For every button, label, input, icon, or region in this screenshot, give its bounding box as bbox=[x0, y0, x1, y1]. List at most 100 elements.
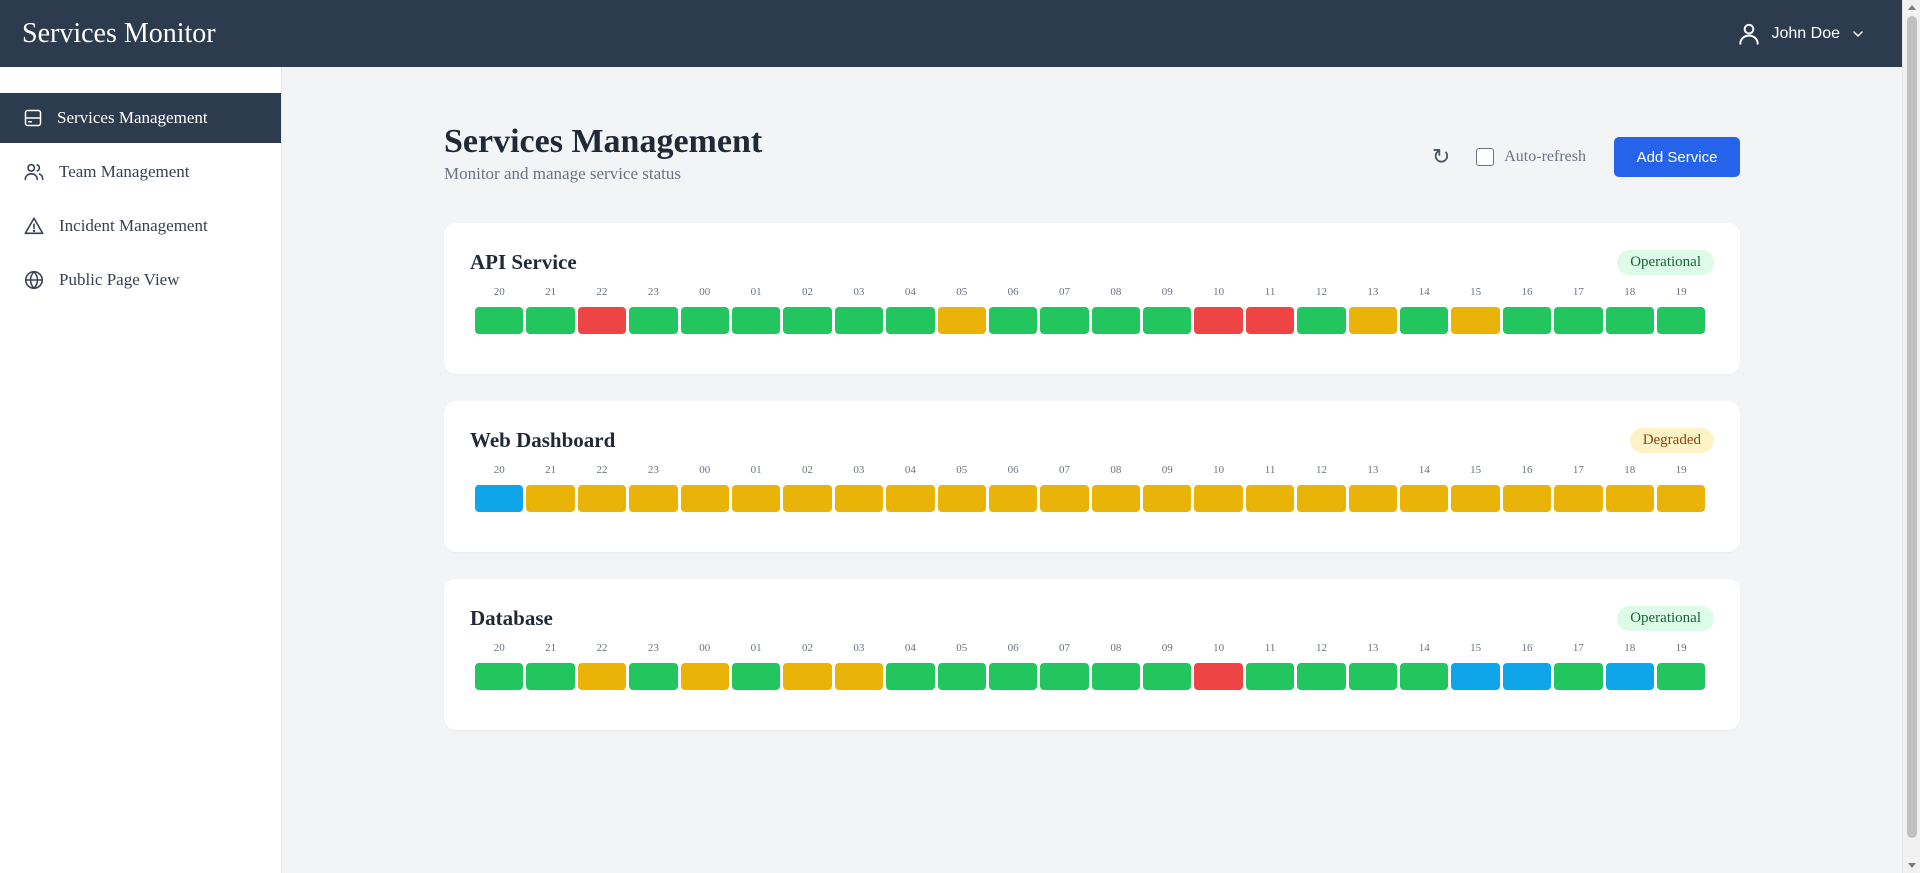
status-bar-up[interactable] bbox=[1348, 663, 1398, 690]
service-card-header: Database Operational bbox=[470, 605, 1714, 631]
status-bar-up[interactable] bbox=[834, 307, 884, 334]
page-scrollbar[interactable] bbox=[1902, 0, 1920, 873]
hour-labels: 20 21 22 23 00 01 02 03 04 05 06 07 08 09 10 11 12 13 14 15… bbox=[470, 286, 1714, 298]
status-bar-up[interactable] bbox=[526, 307, 575, 334]
status-bar-down[interactable] bbox=[1194, 663, 1243, 690]
status-bar-warn[interactable] bbox=[1143, 485, 1192, 512]
status-bar-up[interactable] bbox=[1656, 307, 1706, 334]
hour-label: 20 bbox=[493, 464, 505, 476]
status-bar-up[interactable] bbox=[731, 663, 781, 690]
status-bar-up[interactable] bbox=[1143, 307, 1192, 334]
status-bar-warn[interactable] bbox=[1656, 485, 1706, 512]
status-bar-warn[interactable] bbox=[937, 307, 986, 334]
add-service-button[interactable]: Add Service bbox=[1614, 137, 1740, 177]
status-bar-warn[interactable] bbox=[1194, 485, 1243, 512]
status-bar-warn[interactable] bbox=[731, 485, 781, 512]
hour-label: 12 bbox=[1315, 642, 1327, 654]
auto-refresh-toggle[interactable]: Auto-refresh bbox=[1476, 148, 1586, 166]
refresh-icon[interactable]: ↻ bbox=[1432, 145, 1450, 170]
status-bar-maint[interactable] bbox=[1451, 663, 1500, 690]
status-bar-up[interactable] bbox=[680, 307, 729, 334]
auto-refresh-checkbox[interactable] bbox=[1476, 148, 1495, 166]
status-bar-up[interactable] bbox=[1091, 663, 1141, 690]
user-name: John Doe bbox=[1771, 24, 1841, 42]
status-bar-up[interactable] bbox=[988, 307, 1038, 334]
service-name[interactable]: Database bbox=[470, 606, 553, 631]
status-bar-warn[interactable] bbox=[1245, 485, 1295, 512]
status-bar-up[interactable] bbox=[1400, 307, 1449, 334]
status-bar-up[interactable] bbox=[1656, 663, 1706, 690]
status-bar-warn[interactable] bbox=[1040, 485, 1089, 512]
scroll-down-arrow-icon[interactable] bbox=[1908, 863, 1916, 868]
status-bar-maint[interactable] bbox=[475, 485, 524, 512]
status-bar-up[interactable] bbox=[629, 663, 678, 690]
hour-label: 22 bbox=[596, 464, 608, 476]
status-bar-warn[interactable] bbox=[1400, 485, 1449, 512]
status-bar-up[interactable] bbox=[1040, 663, 1089, 690]
status-bar-up[interactable] bbox=[1297, 307, 1346, 334]
status-bar-warn[interactable] bbox=[783, 663, 832, 690]
sidebar-item-public-page-view[interactable]: Public Page View bbox=[0, 255, 281, 305]
status-bar-up[interactable] bbox=[1040, 307, 1089, 334]
status-bar-up[interactable] bbox=[629, 307, 678, 334]
status-bar-warn[interactable] bbox=[1091, 485, 1141, 512]
hour-label: 00 bbox=[699, 464, 711, 476]
status-bar-warn[interactable] bbox=[834, 485, 884, 512]
status-bar-up[interactable] bbox=[886, 307, 935, 334]
sidebar-item-incident-management[interactable]: Incident Management bbox=[0, 201, 281, 251]
status-bar-warn[interactable] bbox=[988, 485, 1038, 512]
hour-labels: 20 21 22 23 00 01 02 03 04 05 06 07 08 09 10 11 12 13 14 15… bbox=[470, 642, 1714, 654]
status-bar-warn[interactable] bbox=[1348, 307, 1398, 334]
scroll-up-arrow-icon[interactable] bbox=[1908, 5, 1916, 10]
hour-label: 00 bbox=[699, 286, 711, 298]
status-bar-up[interactable] bbox=[526, 663, 575, 690]
status-bar-warn[interactable] bbox=[783, 485, 832, 512]
status-bar-warn[interactable] bbox=[680, 485, 729, 512]
status-bar-up[interactable] bbox=[1554, 663, 1603, 690]
status-bar-up[interactable] bbox=[731, 307, 781, 334]
status-bar-down[interactable] bbox=[1194, 307, 1243, 334]
service-name[interactable]: API Service bbox=[470, 250, 577, 275]
status-bar-down[interactable] bbox=[577, 307, 627, 334]
status-bar-up[interactable] bbox=[1554, 307, 1603, 334]
status-bar-up[interactable] bbox=[1297, 663, 1346, 690]
hour-label: 10 bbox=[1213, 286, 1225, 298]
status-bar-maint[interactable] bbox=[1605, 663, 1654, 690]
status-bar-warn[interactable] bbox=[1297, 485, 1346, 512]
status-bar-down[interactable] bbox=[1245, 307, 1295, 334]
status-bar-maint[interactable] bbox=[1502, 663, 1552, 690]
service-card-header: API Service Operational bbox=[470, 249, 1714, 275]
status-bar-up[interactable] bbox=[988, 663, 1038, 690]
status-bar-up[interactable] bbox=[475, 663, 524, 690]
scroll-thumb[interactable] bbox=[1907, 16, 1917, 838]
service-name[interactable]: Web Dashboard bbox=[470, 428, 615, 453]
status-bar-up[interactable] bbox=[1143, 663, 1192, 690]
status-bar-warn[interactable] bbox=[1554, 485, 1603, 512]
status-bar-up[interactable] bbox=[475, 307, 524, 334]
status-bar-warn[interactable] bbox=[1502, 485, 1552, 512]
hour-label: 07 bbox=[1058, 286, 1070, 298]
status-bar-up[interactable] bbox=[1400, 663, 1449, 690]
status-bar-warn[interactable] bbox=[680, 663, 729, 690]
status-bar-warn[interactable] bbox=[577, 485, 627, 512]
status-bar-warn[interactable] bbox=[577, 663, 627, 690]
status-bar-warn[interactable] bbox=[937, 485, 986, 512]
status-bar-up[interactable] bbox=[886, 663, 935, 690]
status-bar-warn[interactable] bbox=[526, 485, 575, 512]
status-bar-up[interactable] bbox=[937, 663, 986, 690]
user-menu[interactable]: John Doe bbox=[1736, 21, 1867, 47]
status-bar-up[interactable] bbox=[783, 307, 832, 334]
status-bar-up[interactable] bbox=[1245, 663, 1295, 690]
status-bar-warn[interactable] bbox=[1605, 485, 1654, 512]
status-bar-warn[interactable] bbox=[1348, 485, 1398, 512]
status-bar-warn[interactable] bbox=[834, 663, 884, 690]
status-bar-warn[interactable] bbox=[1451, 307, 1500, 334]
status-bar-warn[interactable] bbox=[1451, 485, 1500, 512]
sidebar-item-team-management[interactable]: Team Management bbox=[0, 147, 281, 197]
status-bar-up[interactable] bbox=[1502, 307, 1552, 334]
status-bar-warn[interactable] bbox=[886, 485, 935, 512]
sidebar-item-services-management[interactable]: Services Management bbox=[0, 93, 281, 143]
status-bar-warn[interactable] bbox=[629, 485, 678, 512]
status-bar-up[interactable] bbox=[1605, 307, 1654, 334]
status-bar-up[interactable] bbox=[1091, 307, 1141, 334]
